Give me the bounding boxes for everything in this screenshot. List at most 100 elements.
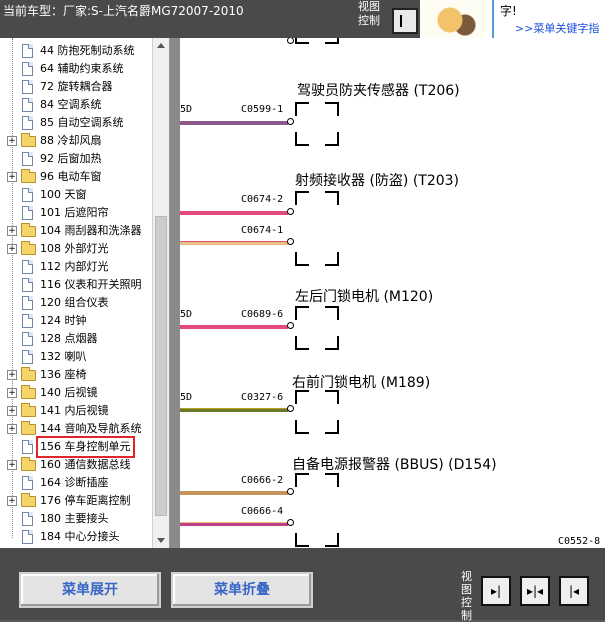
box-corner bbox=[295, 473, 309, 487]
tree-item[interactable]: 184 中心分接头 bbox=[0, 528, 152, 546]
tree-item[interactable]: 180 主要接头 bbox=[0, 510, 152, 528]
tree-item-label: 124 时钟 bbox=[40, 314, 87, 327]
view-left-button[interactable]: |◂ bbox=[559, 576, 589, 606]
box-corner bbox=[325, 390, 339, 404]
connector-label: C0689-6 bbox=[241, 309, 284, 320]
tree-item-label: 141 内后视镜 bbox=[40, 404, 109, 417]
tree-item[interactable]: +140 后视镜 bbox=[0, 384, 152, 402]
folder-icon bbox=[21, 385, 36, 399]
expand-menu-button[interactable]: 菜单展开 bbox=[19, 572, 161, 608]
document-icon bbox=[22, 98, 33, 112]
tree-item-label: 164 诊断插座 bbox=[40, 476, 109, 489]
expand-icon[interactable]: + bbox=[7, 370, 17, 380]
box-corner bbox=[325, 132, 339, 146]
tree-item[interactable]: +96 电动车窗 bbox=[0, 168, 152, 186]
scroll-thumb[interactable] bbox=[155, 216, 167, 516]
box-corner bbox=[325, 306, 339, 320]
view-control-button[interactable] bbox=[392, 8, 418, 34]
expand-icon[interactable]: + bbox=[7, 406, 17, 416]
expand-icon[interactable]: + bbox=[7, 226, 17, 236]
tree-item-label: 104 雨刮器和洗涤器 bbox=[40, 224, 142, 237]
tree-item[interactable]: 44 防抱死制动系统 bbox=[0, 42, 152, 60]
tree-item[interactable]: +136 座椅 bbox=[0, 366, 152, 384]
help-banner: 字! >>菜单关键字指 bbox=[420, 0, 605, 38]
collapse-menu-button[interactable]: 菜单折叠 bbox=[171, 572, 313, 608]
document-icon bbox=[22, 332, 33, 346]
tree-item[interactable]: +160 通信数据总线 bbox=[0, 456, 152, 474]
pin bbox=[287, 488, 294, 495]
pin bbox=[287, 38, 294, 44]
tree-item[interactable]: 100 天窗 bbox=[0, 186, 152, 204]
box-corner bbox=[295, 420, 309, 434]
document-icon bbox=[22, 440, 33, 454]
scroll-up-icon[interactable] bbox=[157, 43, 165, 48]
view-right-button[interactable]: ▸| bbox=[481, 576, 511, 606]
tree-item-label: 128 点烟器 bbox=[40, 332, 98, 345]
document-icon bbox=[22, 188, 33, 202]
tree-item[interactable]: +141 内后视镜 bbox=[0, 402, 152, 420]
tree-item-label: 144 音响及导航系统 bbox=[40, 422, 142, 435]
tree-item[interactable]: 120 组合仪表 bbox=[0, 294, 152, 312]
view-center-button[interactable]: ▸|◂ bbox=[520, 576, 550, 606]
folder-icon bbox=[21, 457, 36, 471]
folder-icon bbox=[21, 223, 36, 237]
tree-item[interactable]: +108 外部灯光 bbox=[0, 240, 152, 258]
folder-icon bbox=[21, 493, 36, 507]
box-corner bbox=[325, 252, 339, 266]
tree-item[interactable]: 124 时钟 bbox=[0, 312, 152, 330]
tree-item[interactable]: 84 空调系统 bbox=[0, 96, 152, 114]
document-icon bbox=[22, 530, 33, 544]
tree-item-label: 120 组合仪表 bbox=[40, 296, 109, 309]
tree-item-label: 136 座椅 bbox=[40, 368, 87, 381]
expand-icon[interactable]: + bbox=[7, 424, 17, 434]
expand-icon[interactable]: + bbox=[7, 388, 17, 398]
tree-item[interactable]: 85 自动空调系统 bbox=[0, 114, 152, 132]
tree-item-label: 88 冷却风扇 bbox=[40, 134, 102, 147]
tree-item[interactable]: +88 冷却风扇 bbox=[0, 132, 152, 150]
tree-item[interactable]: 132 喇叭 bbox=[0, 348, 152, 366]
box-corner bbox=[325, 102, 339, 116]
tree-item[interactable]: 164 诊断插座 bbox=[0, 474, 152, 492]
box-corner bbox=[325, 191, 339, 205]
wire bbox=[180, 491, 288, 495]
tree-item[interactable]: +176 停车距离控制 bbox=[0, 492, 152, 510]
pin bbox=[287, 405, 294, 412]
wire-size-label: .5D bbox=[180, 104, 193, 115]
component-title: 驾驶员防夹传感器 (T206) bbox=[297, 83, 460, 99]
tree-item-selected[interactable]: 156 车身控制单元 bbox=[0, 436, 152, 458]
box-corner bbox=[325, 420, 339, 434]
tree-item-label: 85 自动空调系统 bbox=[40, 116, 124, 129]
tree-item[interactable]: 72 旋转耦合器 bbox=[0, 78, 152, 96]
pin bbox=[287, 322, 294, 329]
box-corner bbox=[295, 252, 309, 266]
connector-label: C0327-6 bbox=[241, 392, 284, 403]
tree-item[interactable]: 92 后窗加热 bbox=[0, 150, 152, 168]
expand-icon[interactable]: + bbox=[7, 460, 17, 470]
expand-icon[interactable]: + bbox=[7, 496, 17, 506]
menu-keyword-link[interactable]: >>菜单关键字指 bbox=[515, 20, 599, 36]
tree-scrollbar[interactable] bbox=[152, 38, 169, 548]
box-corner bbox=[295, 38, 309, 44]
tree-item[interactable]: 116 仪表和开关照明 bbox=[0, 276, 152, 294]
component-title: 左后门锁电机 (M120) bbox=[295, 289, 434, 305]
box-corner bbox=[295, 102, 309, 116]
expand-icon[interactable]: + bbox=[7, 244, 17, 254]
tree-item-label: 112 内部灯光 bbox=[40, 260, 109, 273]
tree-item[interactable]: +144 音响及导航系统 bbox=[0, 420, 152, 438]
vehicle-label: 当前车型：厂家:S-上汽名爵MG72007-2010 bbox=[3, 4, 244, 18]
scroll-down-icon[interactable] bbox=[157, 538, 165, 543]
expand-icon[interactable]: + bbox=[7, 172, 17, 182]
pin bbox=[287, 208, 294, 215]
tree-item[interactable]: 112 内部灯光 bbox=[0, 258, 152, 276]
tree-item[interactable]: 101 后遮阳帘 bbox=[0, 204, 152, 222]
document-icon bbox=[22, 80, 33, 94]
tree-item[interactable]: 128 点烟器 bbox=[0, 330, 152, 348]
tree-item-label: 101 后遮阳帘 bbox=[40, 206, 109, 219]
expand-icon[interactable]: + bbox=[7, 136, 17, 146]
tree-item[interactable]: +104 雨刮器和洗涤器 bbox=[0, 222, 152, 240]
tree-item-label: 100 天窗 bbox=[40, 188, 87, 201]
box-corner bbox=[295, 191, 309, 205]
tree-item[interactable]: 64 辅助约束系统 bbox=[0, 60, 152, 78]
box-corner bbox=[325, 473, 339, 487]
diagram-splitter[interactable] bbox=[170, 38, 180, 548]
